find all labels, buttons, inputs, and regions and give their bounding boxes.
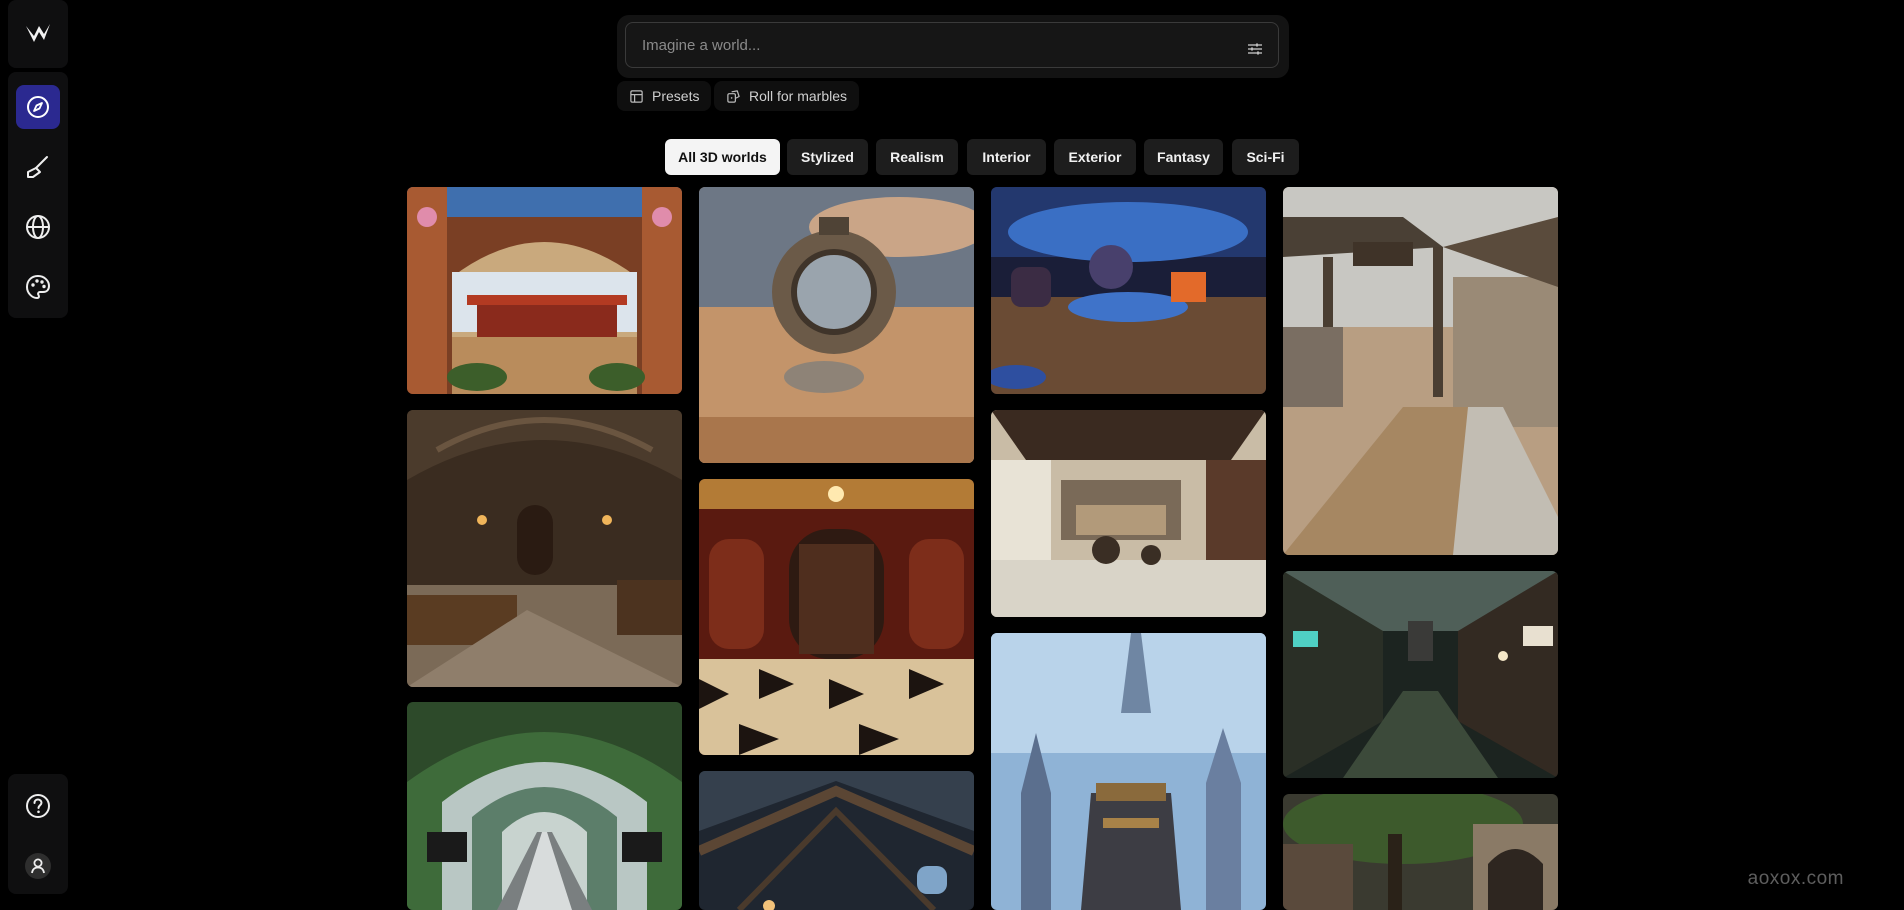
world-card-blue-fantasy-spires[interactable]: [991, 633, 1266, 910]
presets-label: Presets: [652, 88, 700, 104]
tab-exterior[interactable]: Exterior: [1054, 139, 1136, 175]
dice-icon: [727, 89, 740, 103]
sidebar-item-explore[interactable]: [16, 85, 60, 129]
world-thumbnail: [1283, 187, 1558, 555]
search-input[interactable]: [625, 22, 1279, 68]
search-panel: [617, 15, 1289, 78]
account-button[interactable]: [16, 844, 60, 888]
world-thumbnail: [991, 410, 1266, 617]
sliders-icon[interactable]: [1245, 39, 1265, 59]
sidebar-nav: [8, 72, 68, 318]
roll-for-marbles-button[interactable]: Roll for marbles: [714, 81, 860, 111]
brush-icon: [27, 156, 48, 178]
world-card-gothic-stone-bedroom[interactable]: [407, 410, 682, 687]
world-thumbnail: [699, 771, 974, 910]
world-card-ornate-arch-pagoda[interactable]: [407, 187, 682, 394]
sidebar-item-worlds[interactable]: [16, 205, 60, 249]
world-card-mahogany-doors-hall[interactable]: [699, 479, 974, 755]
tab-sci-fi[interactable]: Sci-Fi: [1232, 139, 1299, 175]
tab-fantasy[interactable]: Fantasy: [1144, 139, 1223, 175]
world-card-tree-courtyard[interactable]: [1283, 794, 1558, 910]
layout-icon: [630, 89, 643, 103]
sidebar-logo-panel: [8, 0, 68, 68]
world-thumbnail: [699, 479, 974, 755]
world-thumbnail: [1283, 794, 1558, 910]
watermark: aoxox.com: [1747, 868, 1844, 889]
tab-all-3d-worlds[interactable]: All 3D worlds: [665, 139, 780, 175]
presets-button[interactable]: Presets: [617, 81, 712, 111]
world-thumbnail: [407, 187, 682, 394]
tab-realism[interactable]: Realism: [876, 139, 958, 175]
roll-label: Roll for marbles: [749, 88, 848, 104]
world-thumbnail: [991, 187, 1266, 394]
world-thumbnail: [407, 702, 682, 910]
world-card-dark-asian-alley[interactable]: [1283, 571, 1558, 778]
user-icon: [25, 853, 51, 879]
sidebar-item-create[interactable]: [16, 145, 60, 189]
globe-icon: [26, 215, 50, 239]
compass-icon: [27, 96, 49, 118]
world-card-desert-ring-portal[interactable]: [699, 187, 974, 463]
world-thumbnail: [407, 410, 682, 687]
world-card-green-tunnel-escalator[interactable]: [407, 702, 682, 910]
world-card-village-gate-path[interactable]: [1283, 187, 1558, 555]
help-icon: [26, 794, 50, 818]
world-card-neon-sci-fi-arena[interactable]: [991, 187, 1266, 394]
tab-stylized[interactable]: Stylized: [787, 139, 868, 175]
tab-interior[interactable]: Interior: [967, 139, 1046, 175]
world-card-chinese-bedroom-interior[interactable]: [991, 410, 1266, 617]
palette-icon: [25, 274, 51, 300]
logo-icon[interactable]: [16, 12, 60, 56]
world-card-wooden-attic-roof[interactable]: [699, 771, 974, 910]
sidebar-item-styles[interactable]: [16, 265, 60, 309]
world-thumbnail: [991, 633, 1266, 910]
help-button[interactable]: [16, 784, 60, 828]
world-thumbnail: [1283, 571, 1558, 778]
world-thumbnail: [699, 187, 974, 463]
sidebar-bottom-panel: [8, 774, 68, 894]
